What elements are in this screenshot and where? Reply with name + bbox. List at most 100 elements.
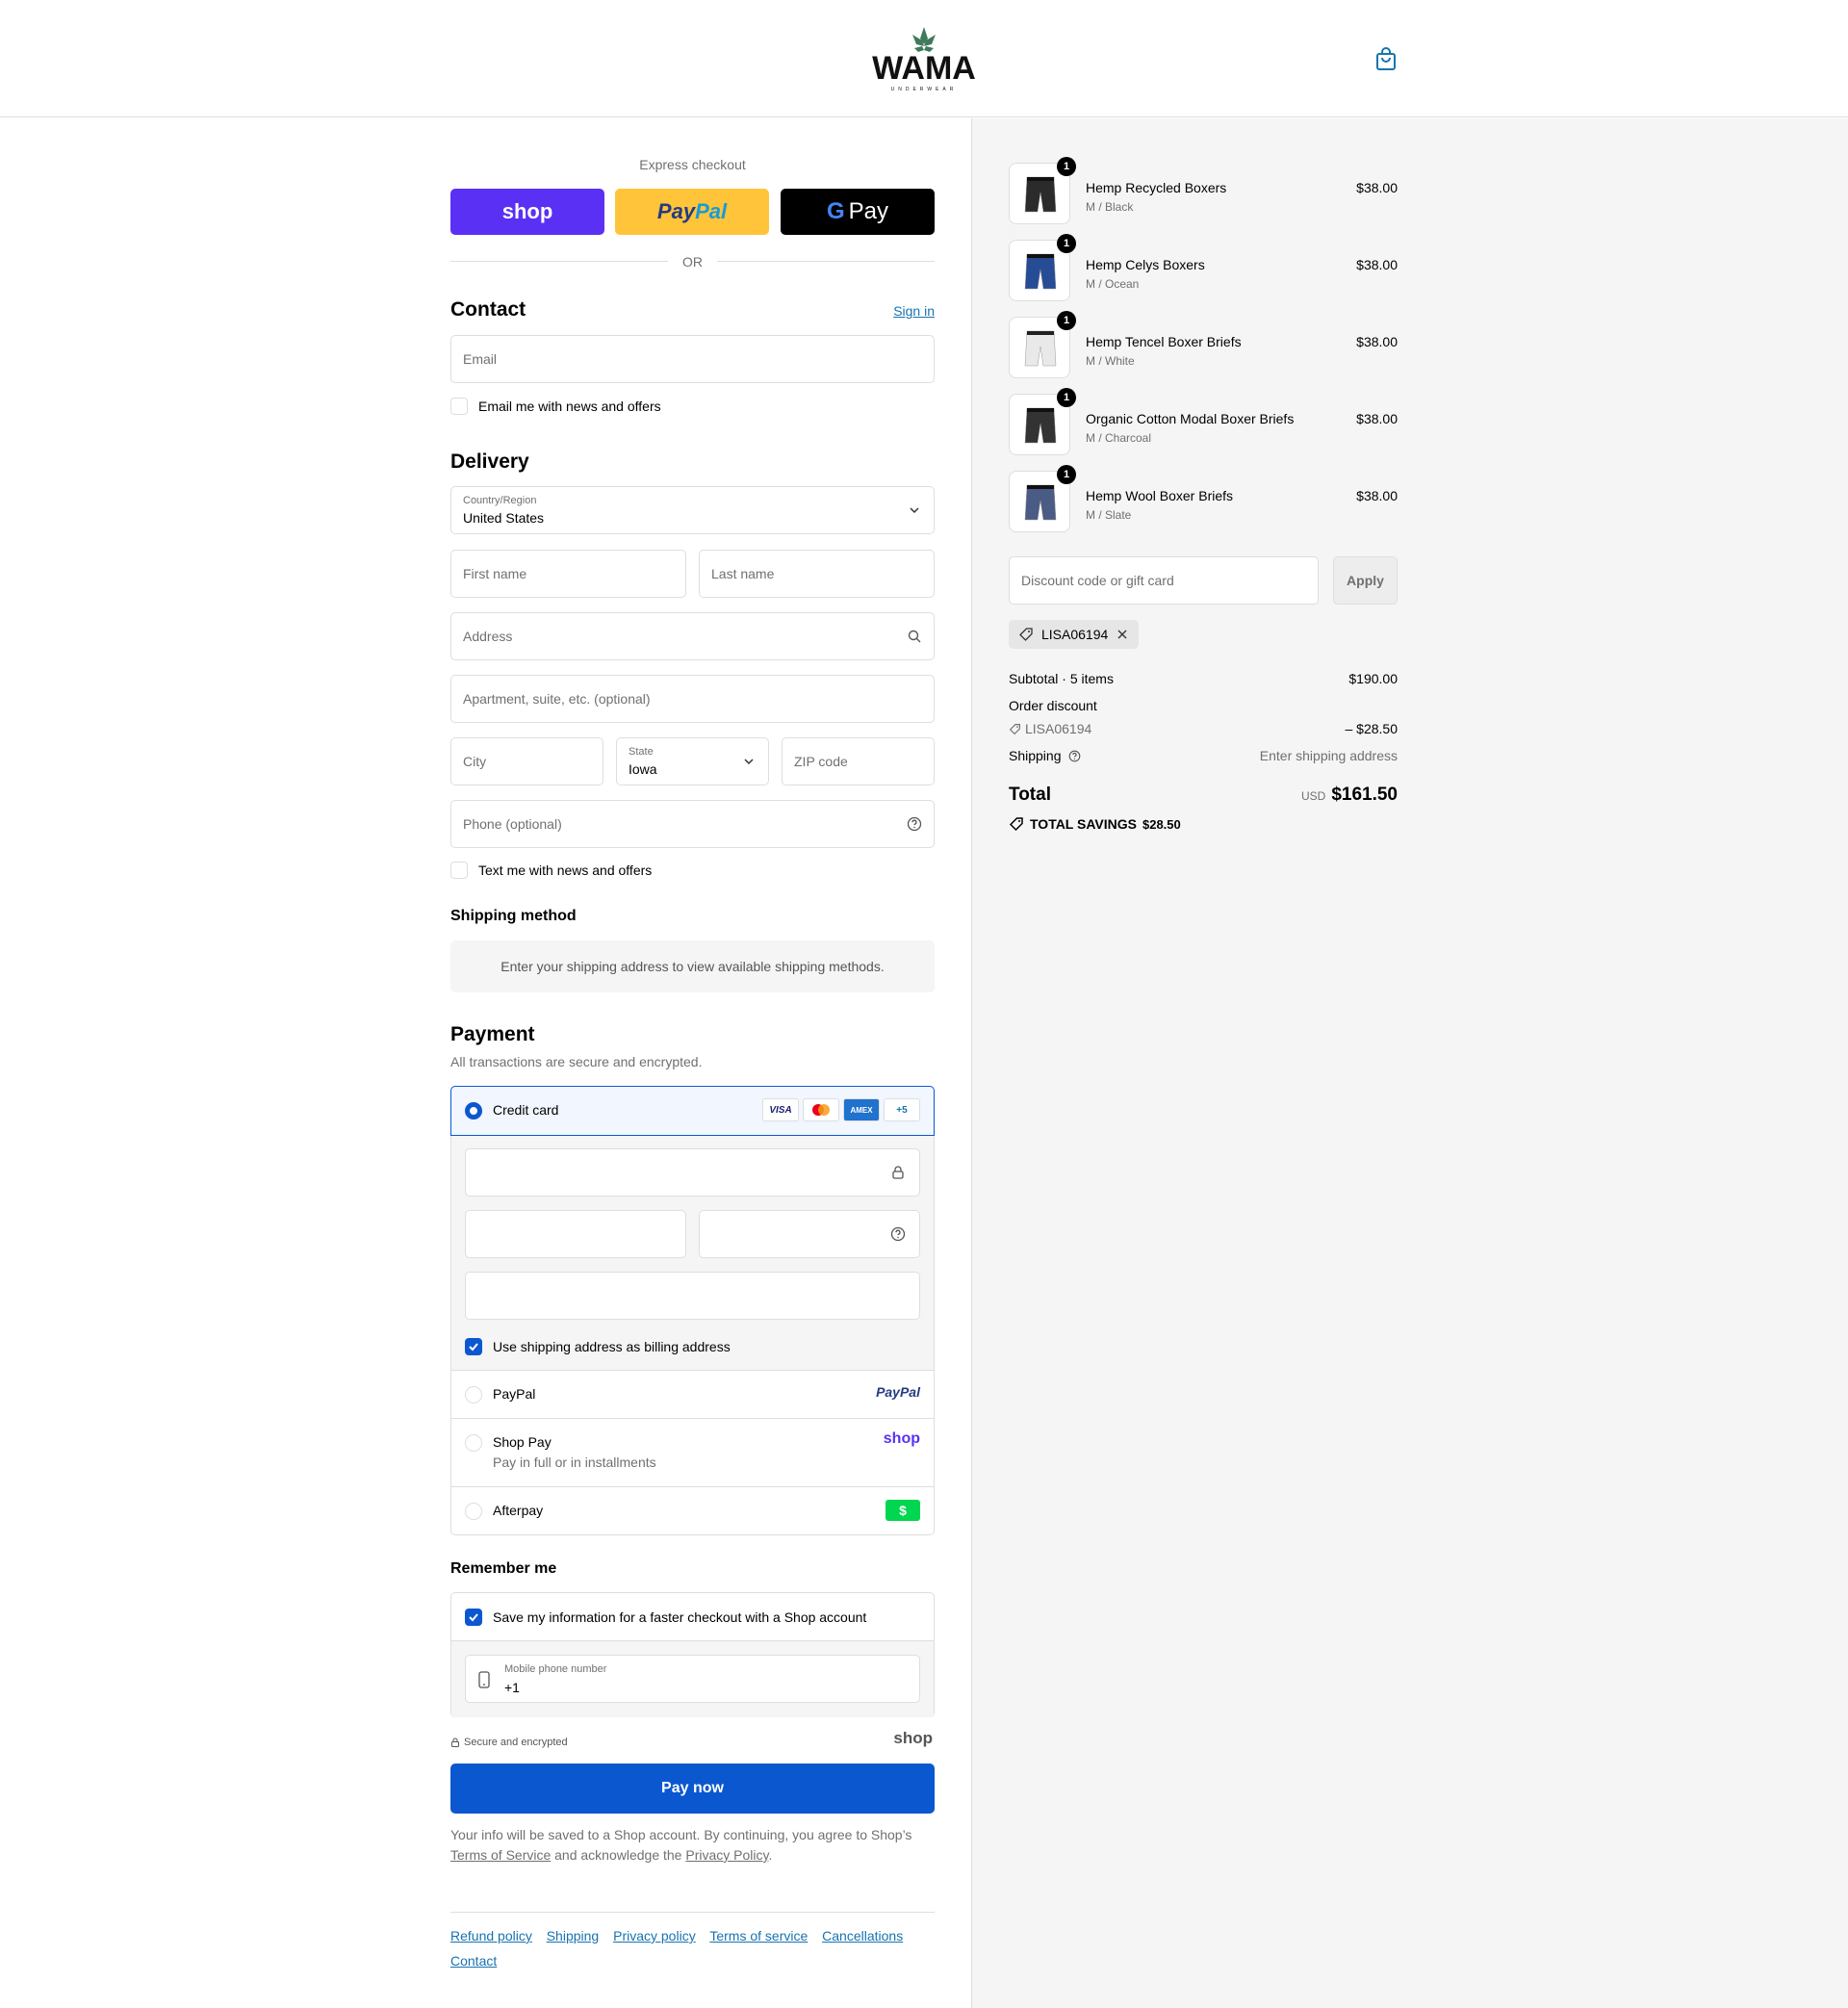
text-news-checkbox-row[interactable]: Text me with news and offers [450, 862, 652, 879]
close-icon[interactable] [1116, 628, 1129, 641]
shop-pay-sublabel: Pay in full or in installments [493, 1455, 656, 1470]
shop-pay-radio[interactable] [465, 1434, 482, 1452]
country-select[interactable]: Country/Region United States [450, 486, 935, 534]
mobile-phone-field[interactable]: Mobile phone number +1 [465, 1655, 920, 1703]
paypal-option[interactable]: PayPal PayPal [451, 1371, 934, 1419]
help-circle-icon[interactable] [907, 816, 922, 832]
city-placeholder: City [463, 754, 487, 769]
legal-fine-print: Your info will be saved to a Shop accoun… [450, 1825, 935, 1866]
zip-placeholder: ZIP code [794, 754, 848, 769]
chevron-down-icon [910, 507, 919, 514]
email-news-label: Email me with news and offers [478, 399, 661, 414]
secure-note: Secure and encrypted [450, 1737, 568, 1748]
line-item: 1 Hemp Celys Boxers M / Ocean $38.00 [1009, 234, 1398, 303]
credit-card-label: Credit card [493, 1102, 559, 1118]
shop-pay-label: Shop Pay [493, 1434, 552, 1450]
total-value: $161.50 [1331, 785, 1398, 805]
name-on-card-field[interactable] [465, 1272, 920, 1320]
product-price: $38.00 [1356, 257, 1398, 272]
express-checkout-label: Express checkout [639, 157, 746, 172]
gpay-label: Pay [848, 198, 889, 224]
last-name-field[interactable]: Last name [699, 550, 935, 598]
subtotal-value: $190.00 [1348, 671, 1398, 686]
line-item: 1 Organic Cotton Modal Boxer Briefs M / Ch… [1009, 388, 1398, 457]
refund-policy-link[interactable]: Refund policy [450, 1928, 532, 1944]
cart-bag-icon[interactable] [1374, 46, 1398, 71]
product-variant: M / Charcoal [1086, 431, 1152, 445]
order-discount-label: Order discount [1009, 698, 1097, 713]
card-number-field[interactable] [465, 1148, 920, 1197]
checkmark-icon [469, 1613, 478, 1622]
line-item: 1 Hemp Tencel Boxer Briefs M / White $38.00 [1009, 311, 1398, 380]
save-info-checkbox-row[interactable]: Save my information for a faster checkou… [465, 1609, 866, 1626]
shipping-label: Shipping [1009, 748, 1062, 763]
expiration-field[interactable] [465, 1210, 686, 1258]
email-field[interactable]: Email [450, 335, 935, 383]
shop-pay-option[interactable]: Shop Pay Pay in full or in installments … [451, 1419, 934, 1487]
help-circle-icon[interactable] [890, 1226, 906, 1242]
total-savings-label: TOTAL SAVINGS [1030, 816, 1137, 832]
tag-icon [1009, 817, 1023, 832]
zip-field[interactable]: ZIP code [782, 737, 935, 785]
total-label: Total [1009, 785, 1051, 805]
shipping-method-message: Enter your shipping address to view avai… [450, 940, 935, 992]
discount-placeholder: Discount code or gift card [1021, 573, 1174, 588]
product-price: $38.00 [1356, 180, 1398, 195]
more-cards-badge: +5 [884, 1098, 920, 1121]
contact-link[interactable]: Contact [450, 1953, 497, 1969]
discount-code-field[interactable]: Discount code or gift card [1009, 556, 1319, 605]
phone-field[interactable]: Phone (optional) [450, 800, 935, 848]
mastercard-icon [803, 1098, 839, 1121]
total-row: Total USD $161.50 [1009, 785, 1398, 810]
shop-privacy-link[interactable]: Privacy Policy [685, 1847, 768, 1863]
first-name-field[interactable]: First name [450, 550, 686, 598]
product-variant: M / Black [1086, 200, 1134, 214]
email-news-checkbox-row[interactable]: Email me with news and offers [450, 398, 661, 415]
logo-subtext: UNDERWEAR [891, 87, 958, 92]
apartment-field[interactable]: Apartment, suite, etc. (optional) [450, 675, 935, 723]
wama-logo[interactable]: WAMA UNDERWEAR [870, 25, 978, 94]
product-name: Hemp Wool Boxer Briefs [1086, 488, 1234, 503]
help-circle-icon[interactable] [1068, 750, 1081, 762]
address-field[interactable]: Address [450, 612, 935, 660]
cancellations-link[interactable]: Cancellations [822, 1928, 903, 1944]
state-select[interactable]: State Iowa [616, 737, 769, 785]
save-info-checkbox[interactable] [465, 1609, 482, 1626]
privacy-policy-link[interactable]: Privacy policy [613, 1928, 696, 1944]
paypal-radio[interactable] [465, 1386, 482, 1403]
search-icon [908, 630, 921, 643]
credit-card-radio[interactable] [465, 1102, 482, 1120]
shop-pay-express-button[interactable]: shop [450, 189, 604, 235]
security-code-field[interactable] [699, 1210, 920, 1258]
applied-discount-chip: LISA06194 [1009, 620, 1140, 649]
line-item: 1 Hemp Recycled Boxers M / Black $38.00 [1009, 157, 1398, 226]
pay-now-button[interactable]: Pay now [450, 1763, 935, 1814]
sign-in-link[interactable]: Sign in [893, 303, 935, 319]
visa-icon: VISA [762, 1098, 799, 1121]
paypal-express-button[interactable]: Pay Pal [615, 189, 769, 235]
afterpay-radio[interactable] [465, 1503, 482, 1520]
shipping-link[interactable]: Shipping [547, 1928, 600, 1944]
text-news-checkbox[interactable] [450, 862, 468, 879]
remember-me-box: Save my information for a faster checkou… [450, 1592, 935, 1717]
fine-text-1: Your info will be saved to a Shop accoun… [450, 1827, 912, 1842]
shop-logo: shop [893, 1729, 933, 1747]
terms-of-service-link[interactable]: Terms of service [709, 1928, 808, 1944]
shop-terms-link[interactable]: Terms of Service [450, 1847, 551, 1863]
shop-pay-logo: shop [883, 1430, 920, 1447]
afterpay-option[interactable]: Afterpay $ [451, 1487, 934, 1535]
email-news-checkbox[interactable] [450, 398, 468, 415]
or-divider: OR [450, 252, 935, 271]
credit-card-option[interactable]: Credit card VISA AMEX +5 [450, 1086, 935, 1136]
quantity-badge: 1 [1057, 157, 1076, 176]
apply-discount-button[interactable]: Apply [1333, 556, 1398, 605]
city-field[interactable]: City [450, 737, 603, 785]
fine-text-2: and acknowledge the [554, 1847, 682, 1863]
billing-address-checkbox-row[interactable]: Use shipping address as billing address [465, 1338, 731, 1355]
billing-address-checkbox[interactable] [465, 1338, 482, 1355]
discount-code-row: LISA06194 – $28.50 [1009, 721, 1398, 736]
google-pay-express-button[interactable]: G Pay [781, 189, 935, 235]
tag-icon [1009, 724, 1020, 735]
text-news-label: Text me with news and offers [478, 862, 653, 878]
total-savings-value: $28.50 [1142, 816, 1181, 832]
